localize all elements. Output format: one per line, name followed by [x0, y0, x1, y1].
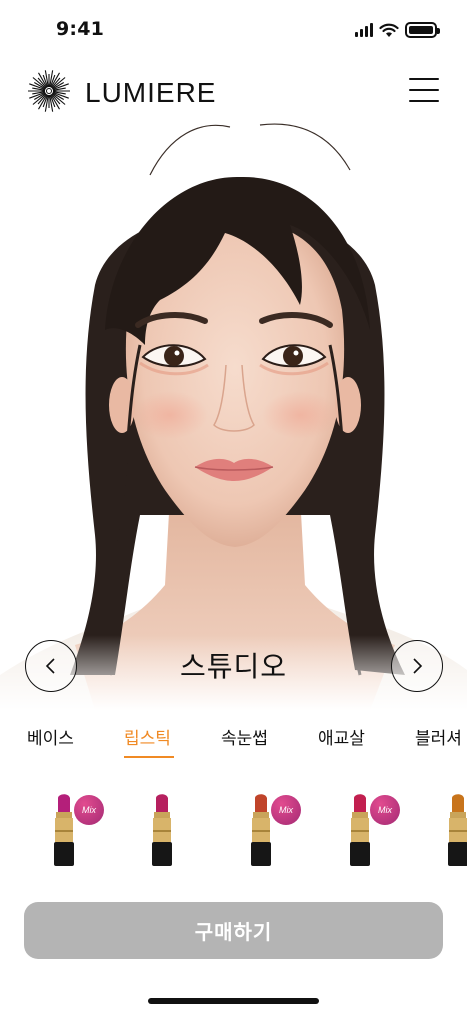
- mix-badge: Mix: [271, 795, 301, 825]
- chevron-right-icon: [413, 658, 423, 674]
- lipstick-product-2[interactable]: [138, 792, 208, 872]
- brand-name: LUMIERE: [85, 77, 217, 108]
- mix-badge: Mix: [74, 795, 104, 825]
- tab-eyelash[interactable]: 속눈썹: [221, 724, 268, 749]
- hamburger-menu-button[interactable]: [409, 78, 439, 102]
- sunburst-logo-icon: [28, 70, 70, 112]
- menu-line: [409, 89, 439, 91]
- lipstick-product-3[interactable]: Mix: [237, 792, 307, 872]
- model-portrait-image: [0, 115, 467, 710]
- tab-blusher[interactable]: 블러셔: [415, 724, 462, 749]
- lipstick-product-5[interactable]: [434, 792, 467, 872]
- lipstick-product-1[interactable]: Mix: [40, 792, 110, 872]
- menu-line: [409, 78, 439, 80]
- lipstick-product-4[interactable]: Mix: [336, 792, 406, 872]
- lipstick-carousel: Mix Mix Mix: [0, 780, 467, 880]
- category-tabs: 베이스 립스틱 속눈썹 애교살 블러셔: [0, 724, 467, 764]
- mix-badge: Mix: [370, 795, 400, 825]
- app-header: LUMIERE: [0, 64, 467, 120]
- tab-lipstick[interactable]: 립스틱: [124, 724, 171, 749]
- battery-icon: [405, 22, 440, 38]
- tab-aegyo-sal[interactable]: 애교살: [318, 724, 365, 749]
- next-look-button[interactable]: [391, 640, 443, 692]
- home-indicator: [148, 998, 319, 1004]
- status-icons: [355, 22, 440, 38]
- lipstick-icon: [152, 794, 172, 866]
- active-tab-indicator: [124, 756, 174, 758]
- lipstick-icon: [448, 794, 467, 866]
- wifi-icon: [379, 23, 399, 37]
- tab-base[interactable]: 베이스: [27, 724, 74, 749]
- purchase-button[interactable]: 구매하기: [24, 902, 443, 959]
- status-time: 9:41: [56, 18, 105, 40]
- menu-line: [409, 100, 439, 102]
- status-bar: 9:41: [0, 0, 467, 60]
- cellular-signal-icon: [355, 23, 373, 37]
